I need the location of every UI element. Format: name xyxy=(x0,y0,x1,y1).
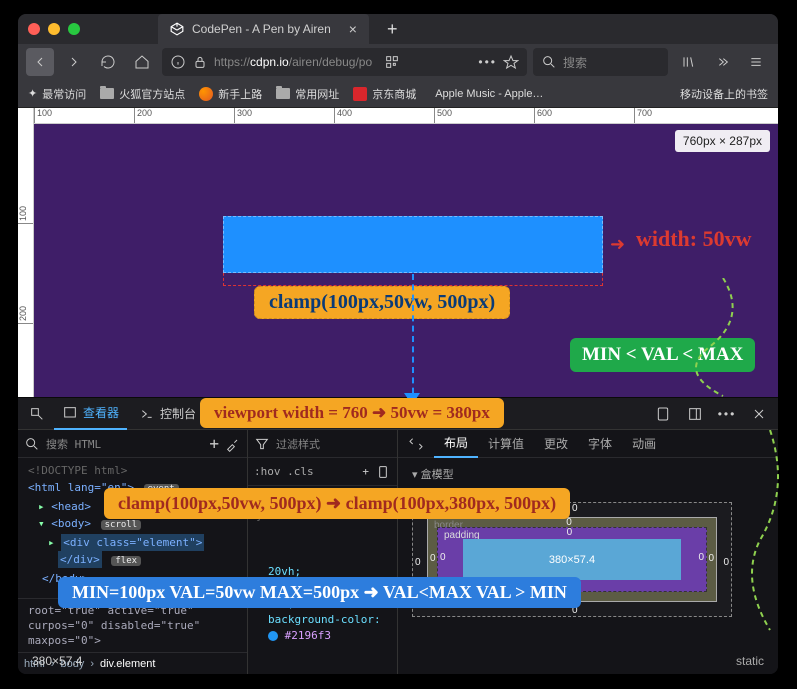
minimize-window-button[interactable] xyxy=(48,23,60,35)
close-window-button[interactable] xyxy=(28,23,40,35)
layout-dimensions: 380×57.4 xyxy=(32,654,82,668)
info-icon xyxy=(170,54,186,70)
panel-html-tree: 搜索 HTML + <!DOCTYPE html> <html lang="en… xyxy=(18,430,248,674)
qr-icon[interactable] xyxy=(384,54,400,70)
devtools-body: 搜索 HTML + <!DOCTYPE html> <html lang="en… xyxy=(18,430,778,674)
annotation-clamp-expand: clamp(100px,50vw, 500px) ➜ clamp(100px,3… xyxy=(104,488,570,519)
eyedropper-icon[interactable] xyxy=(225,436,241,452)
browser-window: CodePen - A Pen by Airen × + https://cdp… xyxy=(18,14,778,674)
dashed-connector xyxy=(412,274,414,404)
bookmark-firefox-sites[interactable]: 火狐官方站点 xyxy=(100,86,185,102)
panel-styles: 过滤样式 :hov .cls + 元素 { 内联 } 20vh; border-… xyxy=(248,430,398,674)
search-box[interactable]: 搜索 xyxy=(533,48,668,76)
back-button[interactable] xyxy=(26,48,54,76)
url-text: https://cdpn.io/airen/debug/po xyxy=(214,55,372,69)
box-model-content: 380×57.4 xyxy=(463,539,681,580)
annotation-width: width: 50vw xyxy=(636,226,752,252)
responsive-mode-button[interactable] xyxy=(650,402,676,426)
jd-icon xyxy=(353,87,367,101)
bookmark-star-icon[interactable] xyxy=(503,54,519,70)
box-model-heading: ▾ 盒模型 xyxy=(412,466,764,482)
bookmark-common-sites[interactable]: 常用网址 xyxy=(276,86,339,102)
bookmark-jd[interactable]: 京东商城 xyxy=(353,86,416,102)
menu-button[interactable] xyxy=(742,48,770,76)
address-bar[interactable]: https://cdpn.io/airen/debug/po ••• xyxy=(162,48,527,76)
overflow-button[interactable] xyxy=(708,48,736,76)
bookmark-mobile[interactable]: 移动设备上的书签 xyxy=(680,86,768,102)
search-icon xyxy=(541,54,557,70)
bookmark-getting-started[interactable]: 新手上路 xyxy=(199,86,262,102)
viewport-dimensions-badge: 760px × 287px xyxy=(675,130,770,152)
curved-connector-2 xyxy=(750,430,790,650)
page-viewport: 100 200 300 400 500 600 700 100 200 760p… xyxy=(18,108,778,398)
inspect-element-button[interactable] xyxy=(24,402,50,426)
layout-tab-layout[interactable]: 布局 xyxy=(434,430,478,458)
traffic-lights xyxy=(28,23,80,35)
bookmark-apple-music[interactable]: Apple Music - Apple… xyxy=(430,88,543,100)
arrow-icon: ➜ xyxy=(610,234,625,255)
library-button[interactable] xyxy=(674,48,702,76)
panel-layout: 布局 计算值 更改 字体 动画 ▾ 盒模型 0 0 0 0 border 0 0 xyxy=(398,430,778,674)
forward-button[interactable] xyxy=(60,48,88,76)
filter-styles-input[interactable]: 过滤样式 xyxy=(276,436,391,452)
devtools-close-button[interactable] xyxy=(746,402,772,426)
bookmark-most-visited[interactable]: ✦最常访问 xyxy=(28,86,86,102)
firefox-icon xyxy=(199,87,213,101)
ruler-vertical: 100 200 xyxy=(18,108,34,397)
lock-icon xyxy=(192,54,208,70)
search-icon xyxy=(24,436,40,452)
layout-tab-changes[interactable]: 更改 xyxy=(534,430,578,458)
tab-inspector[interactable]: 查看器 xyxy=(54,398,127,430)
curved-connector xyxy=(688,278,758,398)
devtools-more-button[interactable]: ••• xyxy=(714,402,740,426)
layout-tab-anim[interactable]: 动画 xyxy=(622,430,666,458)
page-actions-button[interactable]: ••• xyxy=(478,55,497,69)
browser-tab[interactable]: CodePen - A Pen by Airen × xyxy=(158,14,369,44)
html-search-input[interactable]: 搜索 HTML xyxy=(46,436,203,452)
tab-close-button[interactable]: × xyxy=(349,21,357,37)
maximize-window-button[interactable] xyxy=(68,23,80,35)
search-placeholder: 搜索 xyxy=(563,54,587,71)
dock-side-button[interactable] xyxy=(682,402,708,426)
tab-console[interactable]: 控制台 xyxy=(131,398,204,430)
annotation-clamp-call: clamp(100px,50vw, 500px) xyxy=(254,286,510,319)
folder-icon xyxy=(100,88,114,99)
clipboard-icon[interactable] xyxy=(375,464,391,480)
layout-tab-computed[interactable]: 计算值 xyxy=(478,430,534,458)
folder-icon xyxy=(276,88,290,99)
layout-subtabs: 布局 计算值 更改 字体 动画 xyxy=(398,430,778,458)
bookmarks-bar: ✦最常访问 火狐官方站点 新手上路 常用网址 京东商城 Apple Music … xyxy=(18,80,778,108)
tab-title: CodePen - A Pen by Airen xyxy=(192,22,331,36)
layout-position: static xyxy=(736,654,764,668)
add-rule-button[interactable]: + xyxy=(362,465,369,478)
annotation-viewport-calc: viewport width = 760 ➜ 50vw = 380px xyxy=(200,398,504,428)
layout-tab-fonts[interactable]: 字体 xyxy=(578,430,622,458)
new-tab-button[interactable]: + xyxy=(387,19,398,40)
demo-element[interactable] xyxy=(223,216,603,273)
ruler-horizontal: 100 200 300 400 500 600 700 xyxy=(18,108,778,124)
reload-button[interactable] xyxy=(94,48,122,76)
hov-cls-toggles[interactable]: :hov .cls xyxy=(254,465,314,478)
add-node-button[interactable]: + xyxy=(209,434,219,453)
star-icon: ✦ xyxy=(28,87,37,100)
codepen-icon xyxy=(170,22,184,36)
title-bar: CodePen - A Pen by Airen × + xyxy=(18,14,778,44)
home-button[interactable] xyxy=(128,48,156,76)
url-bar: https://cdpn.io/airen/debug/po ••• 搜索 xyxy=(18,44,778,80)
layout-tab-icon[interactable] xyxy=(398,430,434,458)
annotation-minmax: MIN=100px VAL=50vw MAX=500px ➜ VAL<MAX V… xyxy=(58,577,581,608)
filter-icon xyxy=(254,436,270,452)
